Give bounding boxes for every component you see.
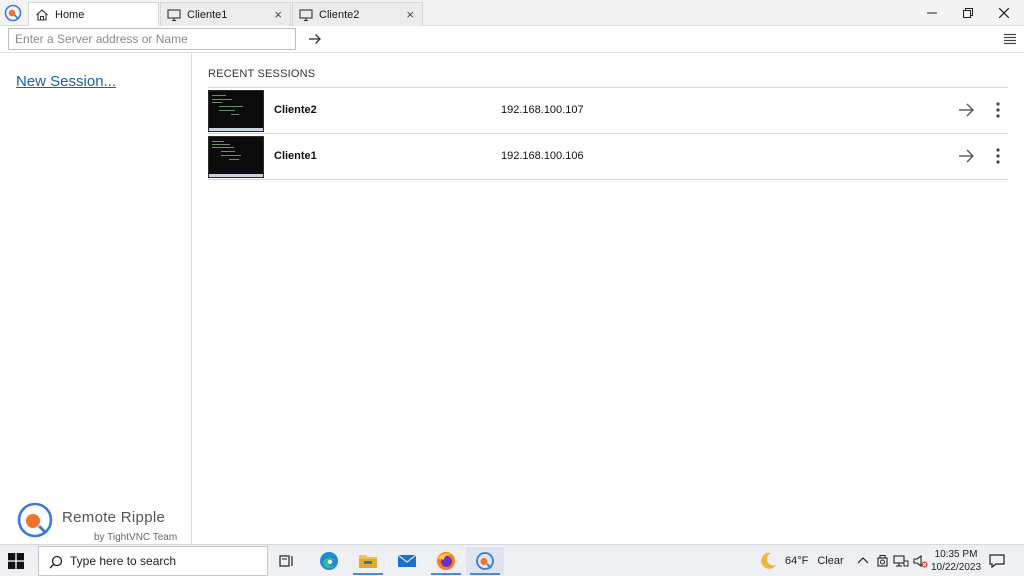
search-placeholder: Type here to search [70, 554, 177, 568]
moon-icon [761, 552, 776, 569]
mail-icon [397, 554, 417, 567]
session-thumbnail [208, 136, 264, 178]
main-panel: RECENT SESSIONS Cliente2 192.168.100.107 [192, 53, 1024, 544]
remote-ripple-app-icon [4, 4, 22, 22]
session-row-cliente1[interactable]: Cliente1 192.168.100.106 [208, 134, 1008, 180]
monitor-icon [299, 8, 313, 22]
close-tab-icon[interactable]: × [406, 7, 414, 22]
tab-label: Cliente1 [187, 8, 228, 21]
new-session-link[interactable]: New Session... [16, 73, 116, 90]
system-clock[interactable]: 10:35 PM 10/22/2023 [930, 548, 982, 574]
brand-byline: by TightVNC Team [94, 532, 178, 543]
tab-label: Cliente2 [319, 8, 360, 21]
home-icon [35, 8, 49, 22]
file-explorer-taskbar-button[interactable] [349, 547, 387, 575]
more-options-icon[interactable] [990, 146, 1006, 166]
task-view-button[interactable] [268, 547, 306, 575]
running-indicator [470, 573, 500, 575]
brand-logo-block: Remote Ripple by TightVNC Team [16, 501, 186, 543]
session-thumbnail [208, 90, 264, 132]
running-indicator [431, 573, 461, 575]
firefox-taskbar-button[interactable] [427, 547, 465, 575]
edge-browser-icon [320, 552, 338, 570]
edge-taskbar-button[interactable] [310, 547, 348, 575]
close-icon [999, 8, 1009, 18]
remote-ripple-logo-icon [17, 502, 53, 538]
minimize-button[interactable] [914, 0, 950, 26]
close-tab-icon[interactable]: × [274, 7, 282, 22]
session-name: Cliente2 [274, 104, 317, 116]
remote-ripple-icon [476, 552, 494, 570]
remote-ripple-taskbar-button[interactable] [466, 547, 504, 575]
chevron-up-icon[interactable] [855, 553, 871, 569]
session-row-cliente2[interactable]: Cliente2 192.168.100.107 [208, 88, 1008, 134]
session-list: Cliente2 192.168.100.107 Cliente1 192.16… [208, 87, 1008, 180]
hamburger-menu-icon[interactable] [1002, 31, 1018, 47]
task-view-icon [279, 555, 293, 567]
sidebar: New Session... Remote Ripple by TightVNC… [0, 53, 192, 544]
connect-button[interactable] [305, 30, 325, 48]
connect-arrow-icon[interactable] [956, 101, 976, 119]
title-bar: Home Cliente1 × Cliente2 × [0, 0, 1024, 27]
tab-cliente2[interactable]: Cliente2 × [292, 2, 423, 26]
session-address: 192.168.100.107 [501, 104, 584, 116]
restore-button[interactable] [950, 0, 986, 26]
server-address-input[interactable] [8, 28, 296, 50]
weather-temp: 64°F [785, 555, 809, 567]
folder-icon [359, 555, 377, 568]
firefox-icon [437, 552, 455, 570]
arrow-right-icon [309, 34, 321, 44]
clock-date: 10/22/2023 [930, 562, 982, 573]
windows-start-icon[interactable] [8, 553, 24, 569]
network-icon[interactable] [893, 553, 909, 569]
notification-icon[interactable] [988, 553, 1006, 569]
brand-name: Remote Ripple [62, 509, 166, 526]
connect-arrow-icon[interactable] [956, 147, 976, 165]
running-indicator [353, 573, 383, 575]
search-icon [49, 555, 63, 569]
taskbar-search-box[interactable]: Type here to search [38, 546, 268, 576]
weather-widget[interactable]: 64°F Clear [758, 545, 844, 576]
taskbar: Type here to search 64°F Clear 10:35 PM … [0, 544, 1024, 576]
mail-taskbar-button[interactable] [388, 547, 426, 575]
recent-sessions-heading: RECENT SESSIONS [208, 68, 316, 80]
restore-icon [963, 8, 973, 18]
monitor-icon [167, 8, 181, 22]
tab-home[interactable]: Home [28, 2, 159, 27]
camera-icon[interactable] [875, 553, 891, 569]
tab-label: Home [55, 9, 85, 21]
minimize-icon [927, 12, 937, 14]
address-bar [0, 26, 1024, 53]
session-name: Cliente1 [274, 150, 317, 162]
weather-desc: Clear [817, 555, 844, 567]
volume-muted-icon[interactable] [912, 553, 928, 569]
close-window-button[interactable] [986, 0, 1022, 26]
session-address: 192.168.100.106 [501, 150, 584, 162]
more-options-icon[interactable] [990, 100, 1006, 120]
clock-time: 10:35 PM [934, 549, 978, 560]
tab-cliente1[interactable]: Cliente1 × [160, 2, 291, 26]
